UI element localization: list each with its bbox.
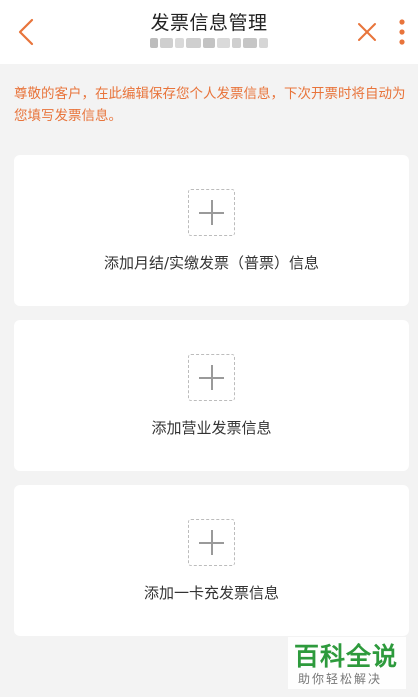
- blurred-account-number: [150, 36, 268, 50]
- more-vertical-icon: [399, 19, 405, 45]
- add-business-invoice-label: 添加营业发票信息: [151, 419, 272, 437]
- add-monthly-invoice-card[interactable]: 添加月结/实缴发票（普票）信息: [14, 155, 409, 306]
- watermark-title: 百科全说: [294, 642, 399, 671]
- add-card-recharge-invoice-card[interactable]: 添加一卡充发票信息: [14, 485, 409, 636]
- close-button[interactable]: [350, 12, 384, 52]
- watermark-subtitle: 助你轻松解决: [298, 672, 383, 686]
- plus-icon: [188, 189, 235, 236]
- more-button[interactable]: [390, 10, 414, 54]
- close-icon: [358, 23, 376, 41]
- add-monthly-invoice-label: 添加月结/实缴发票（普票）信息: [103, 254, 320, 272]
- plus-icon: [188, 354, 235, 401]
- add-card-recharge-invoice-label: 添加一卡充发票信息: [143, 584, 279, 602]
- add-business-invoice-card[interactable]: 添加营业发票信息: [14, 320, 409, 471]
- header-bar: 发票信息管理: [0, 0, 418, 64]
- notice-text: 尊敬的客户，在此编辑保存您个人发票信息，下次开票时将自动为您填写发票信息。: [14, 86, 406, 124]
- plus-icon: [188, 519, 235, 566]
- watermark: 百科全说 助你轻松解决: [288, 637, 406, 689]
